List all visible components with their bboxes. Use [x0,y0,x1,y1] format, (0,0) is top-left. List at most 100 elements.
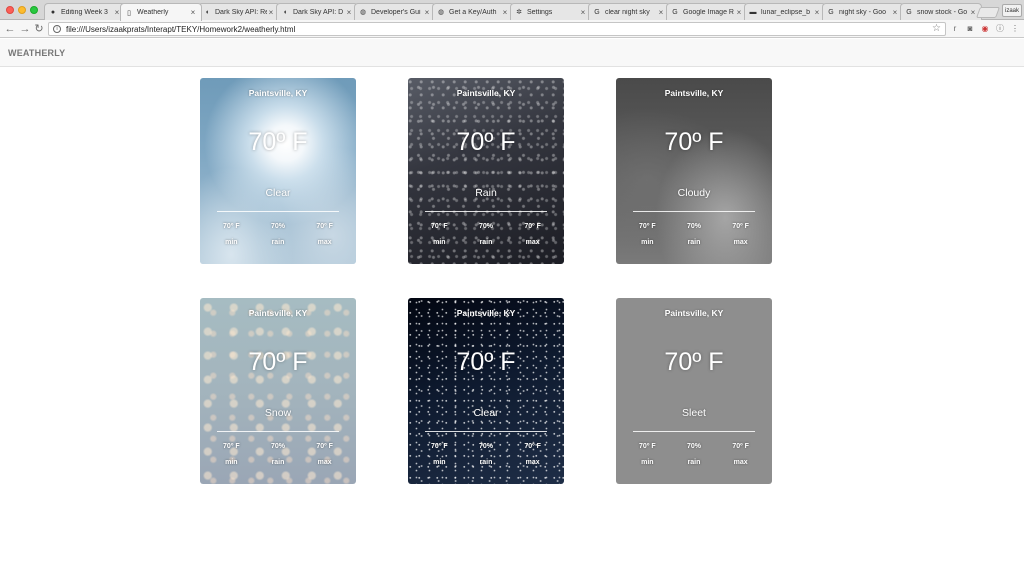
card-condition: Snow [264,407,292,419]
stat-max-value: 70º F [524,223,541,230]
card-stats: 70º F min 70% rain 70º F max [200,443,356,466]
extension-info-icon[interactable]: ⓘ [995,24,1005,34]
stat-max-label: max [525,459,540,466]
profile-button[interactable]: izaak [1002,4,1022,17]
stat-rain-value: 70% [478,443,493,450]
tab-snow-stock[interactable]: G snow stock - Go × [900,3,982,20]
tab-label: clear night sky [605,8,650,16]
forward-arrow-icon[interactable]: → [19,23,31,35]
stat-rain-label: rain [479,459,493,466]
card-stats: 70º F min 70% rain 70º F max [616,443,772,466]
close-icon[interactable]: × [735,8,743,17]
address-bar[interactable]: i file:///Users/izaakprats/Interapt/TEKY… [48,22,946,36]
stat-rain: 70% rain [466,443,506,466]
card-divider [217,431,339,432]
card-divider [425,211,547,212]
card-condition: Sleet [682,407,706,419]
tab-label: snow stock - Go [917,8,968,16]
google-icon: G [594,8,600,16]
app-brand[interactable]: WEATHERLY [8,48,65,58]
tab-get-a-key[interactable]: ◍ Get a Key/Auth × [432,3,514,20]
close-icon[interactable]: × [501,8,509,17]
tab-clear-night-sky[interactable]: G clear night sky × [588,3,670,20]
stat-max-label: max [317,239,332,246]
weather-card: Paintsville, KY 70º F Cloudy 70º F min 70… [616,78,772,264]
gear-icon: ✲ [516,9,522,16]
reload-icon[interactable]: ↻ [33,23,45,35]
stat-min: 70º F min [419,223,459,246]
stat-max-label: max [733,239,748,246]
stat-rain-label: rain [271,239,285,246]
stat-min-value: 70º F [639,443,656,450]
stat-max-label: max [525,239,540,246]
tab-settings[interactable]: ✲ Settings × [510,3,592,20]
close-icon[interactable]: × [189,8,197,17]
card-condition: Clear [265,187,291,199]
tab-developers-guide[interactable]: ◍ Developer's Gui × [354,3,436,20]
card-stats: 70º F min 70% rain 70º F max [200,223,356,246]
close-icon[interactable]: × [579,8,587,17]
minimize-window-button[interactable] [18,6,26,14]
card-stats: 70º F min 70% rain 70º F max [616,223,772,246]
stat-min-value: 70º F [223,443,240,450]
close-window-button[interactable] [6,6,14,14]
stat-rain-value: 70% [270,443,285,450]
close-icon[interactable]: × [657,8,665,17]
stat-max-value: 70º F [316,223,333,230]
stat-max-label: max [317,459,332,466]
card-divider [425,431,547,432]
google-icon: G [672,8,678,16]
address-text: file:///Users/izaakprats/Interapt/TEKY/H… [66,24,296,34]
close-icon[interactable]: × [423,8,431,17]
stat-rain: 70% rain [258,443,298,466]
stat-rain: 70% rain [674,443,714,466]
tab-label: Developer's Gui [371,8,421,16]
page-icon: ▯ [127,9,131,17]
info-icon[interactable]: i [53,25,61,33]
stat-rain-value: 70% [686,223,701,230]
maximize-window-button[interactable] [30,6,38,14]
stat-rain: 70% rain [466,223,506,246]
app-navbar: WEATHERLY [0,39,1024,67]
stat-min-value: 70º F [223,223,240,230]
tab-label: Settings [527,8,553,16]
tab-dark-sky-api-2[interactable]: ◖ Dark Sky API: D × [276,3,358,20]
card-temperature: 70º F [456,128,516,156]
stat-max-value: 70º F [524,443,541,450]
globe-icon: ◍ [437,9,445,16]
card-temperature: 70º F [248,128,308,156]
github-icon: ● [50,8,56,16]
card-divider [633,431,755,432]
close-icon[interactable]: × [813,8,821,17]
new-tab-button[interactable] [975,7,1001,18]
close-icon[interactable]: × [891,8,899,17]
card-location: Paintsville, KY [248,88,308,98]
ad-block-icon[interactable]: ◉ [980,24,990,34]
tab-google-image[interactable]: G Google Image R × [666,3,748,20]
tab-lunar-eclipse[interactable]: ▬ lunar_eclipse_b × [744,3,826,20]
card-temperature: 70º F [248,348,308,376]
close-icon[interactable]: × [267,8,275,17]
tab-night-sky[interactable]: G night sky - Goo × [822,3,904,20]
bookmark-star-icon[interactable]: ☆ [932,23,941,34]
close-icon[interactable]: × [345,8,353,17]
extension-r-icon[interactable]: r [950,24,960,34]
stat-rain: 70% rain [674,223,714,246]
card-temperature: 70º F [456,348,516,376]
stat-rain-label: rain [271,459,285,466]
card-divider [217,211,339,212]
tab-weatherly[interactable]: ▯ Weatherly × [120,3,202,21]
chrome-menu-icon[interactable]: ⋮ [1010,24,1020,34]
tab-dark-sky-api-1[interactable]: ◖ Dark Sky API: Re × [198,3,280,20]
pocket-icon[interactable]: ◙ [965,24,975,34]
stat-min-label: min [433,239,446,246]
stat-min: 70º F min [627,223,667,246]
back-arrow-icon[interactable]: ← [4,23,16,35]
stat-min-label: min [225,239,238,246]
card-stats: 70º F min 70% rain 70º F max [408,223,564,246]
weather-card: Paintsville, KY 70º F Clear 70º F min 70%… [200,78,356,264]
card-location: Paintsville, KY [664,308,724,318]
tab-editing-week[interactable]: ● Editing Week 3 × [44,3,126,20]
stat-min: 70º F min [211,443,251,466]
stat-max: 70º F max [513,443,553,466]
